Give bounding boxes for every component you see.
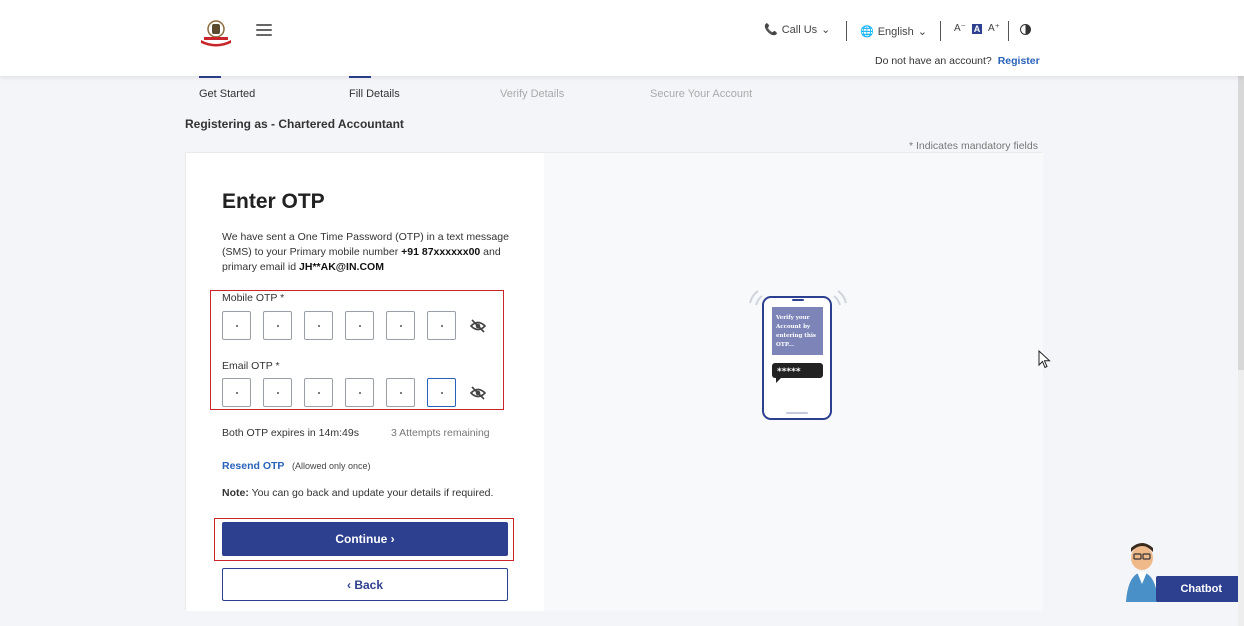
language-label: English (877, 25, 914, 38)
otp-description: We have sent a One Time Password (OTP) i… (222, 230, 512, 275)
mobile-otp-digit-1[interactable] (222, 311, 251, 340)
resend-otp-link[interactable]: Resend OTP (222, 460, 284, 472)
mobile-otp-digit-3[interactable] (304, 311, 333, 340)
mobile-otp-digit-5[interactable] (386, 311, 415, 340)
go-back-note: Note: You can go back and update your de… (222, 487, 493, 499)
step-secure-account: Secure Your Account (650, 88, 753, 100)
eye-off-icon[interactable] (470, 385, 486, 400)
email-otp-row (222, 378, 486, 407)
continue-button[interactable]: Continue › (222, 522, 508, 556)
note-text: You can go back and update your details … (248, 487, 494, 499)
illustration-stars: ***** (777, 367, 801, 377)
page-title: Enter OTP (222, 190, 325, 213)
step-progress-bar (349, 76, 371, 78)
account-prompt: Do not have an account? Register (875, 55, 1040, 67)
divider (940, 21, 941, 41)
chevron-down-icon: ⌄ (821, 24, 831, 36)
email-otp-digit-2[interactable] (263, 378, 292, 407)
font-size-controls: A⁻ A A⁺ (954, 23, 1000, 34)
call-us-label: Call Us (781, 23, 818, 36)
email-otp-digit-4[interactable] (345, 378, 374, 407)
font-normal-button[interactable]: A (971, 23, 982, 34)
chevron-down-icon: ⌄ (917, 26, 927, 38)
otp-card: Enter OTP We have sent a One Time Passwo… (185, 152, 1043, 611)
hamburger-menu-icon[interactable] (256, 24, 272, 36)
font-increase-button[interactable]: A⁺ (988, 23, 1000, 34)
mobile-number: +91 87xxxxxx00 (401, 246, 481, 258)
registering-as-heading: Registering as - Chartered Accountant (185, 117, 404, 131)
eye-off-icon[interactable] (470, 318, 486, 333)
step-get-started: Get Started (199, 88, 256, 100)
divider (1008, 21, 1009, 41)
otp-expiry-timer: Both OTP expires in 14m:49s (222, 427, 359, 439)
email-otp-digit-1[interactable] (222, 378, 251, 407)
mobile-otp-digit-6[interactable] (427, 311, 456, 340)
step-progress-bar (199, 76, 221, 78)
email-otp-digit-6[interactable] (427, 378, 456, 407)
globe-icon: 🌐 (860, 26, 874, 38)
chatbot-button[interactable]: Chatbot (1156, 576, 1238, 602)
no-account-text: Do not have an account? (875, 55, 992, 67)
call-us-dropdown[interactable]: 📞 Call Us ⌄ (764, 23, 831, 37)
email-id: JH**AK@IN.COM (299, 261, 384, 273)
step-verify-details: Verify Details (500, 88, 565, 100)
step-fill-details: Fill Details (349, 88, 400, 100)
mobile-otp-row (222, 311, 486, 340)
top-header: 📞 Call Us ⌄ 🌐 English ⌄ A⁻ A A⁺ Do not h… (0, 0, 1244, 76)
divider (846, 21, 847, 41)
emblem-logo-icon[interactable] (198, 18, 234, 48)
phone-otp-illustration: Verify your Account by entering this OTP… (749, 290, 847, 420)
mouse-cursor-icon (1038, 350, 1051, 369)
back-button[interactable]: ‹ Back (222, 568, 508, 601)
otp-form-pane: Enter OTP We have sent a One Time Passwo… (186, 153, 544, 611)
mobile-otp-label: Mobile OTP * (222, 292, 285, 304)
mobile-otp-digit-2[interactable] (263, 311, 292, 340)
note-label: Note: (222, 487, 249, 499)
email-otp-digit-5[interactable] (386, 378, 415, 407)
mobile-otp-digit-4[interactable] (345, 311, 374, 340)
illustration-pane: Verify your Account by entering this OTP… (544, 153, 1043, 611)
mandatory-fields-note: * Indicates mandatory fields (909, 140, 1038, 152)
resend-limit-note: (Allowed only once) (292, 461, 371, 471)
font-decrease-button[interactable]: A⁻ (954, 23, 966, 34)
contrast-toggle-icon[interactable] (1020, 24, 1031, 35)
phone-icon: 📞 (764, 24, 778, 36)
email-otp-label: Email OTP * (222, 360, 280, 372)
attempts-remaining: 3 Attempts remaining (391, 427, 490, 439)
email-otp-digit-3[interactable] (304, 378, 333, 407)
register-link[interactable]: Register (998, 55, 1040, 67)
language-dropdown[interactable]: 🌐 English ⌄ (860, 25, 927, 39)
